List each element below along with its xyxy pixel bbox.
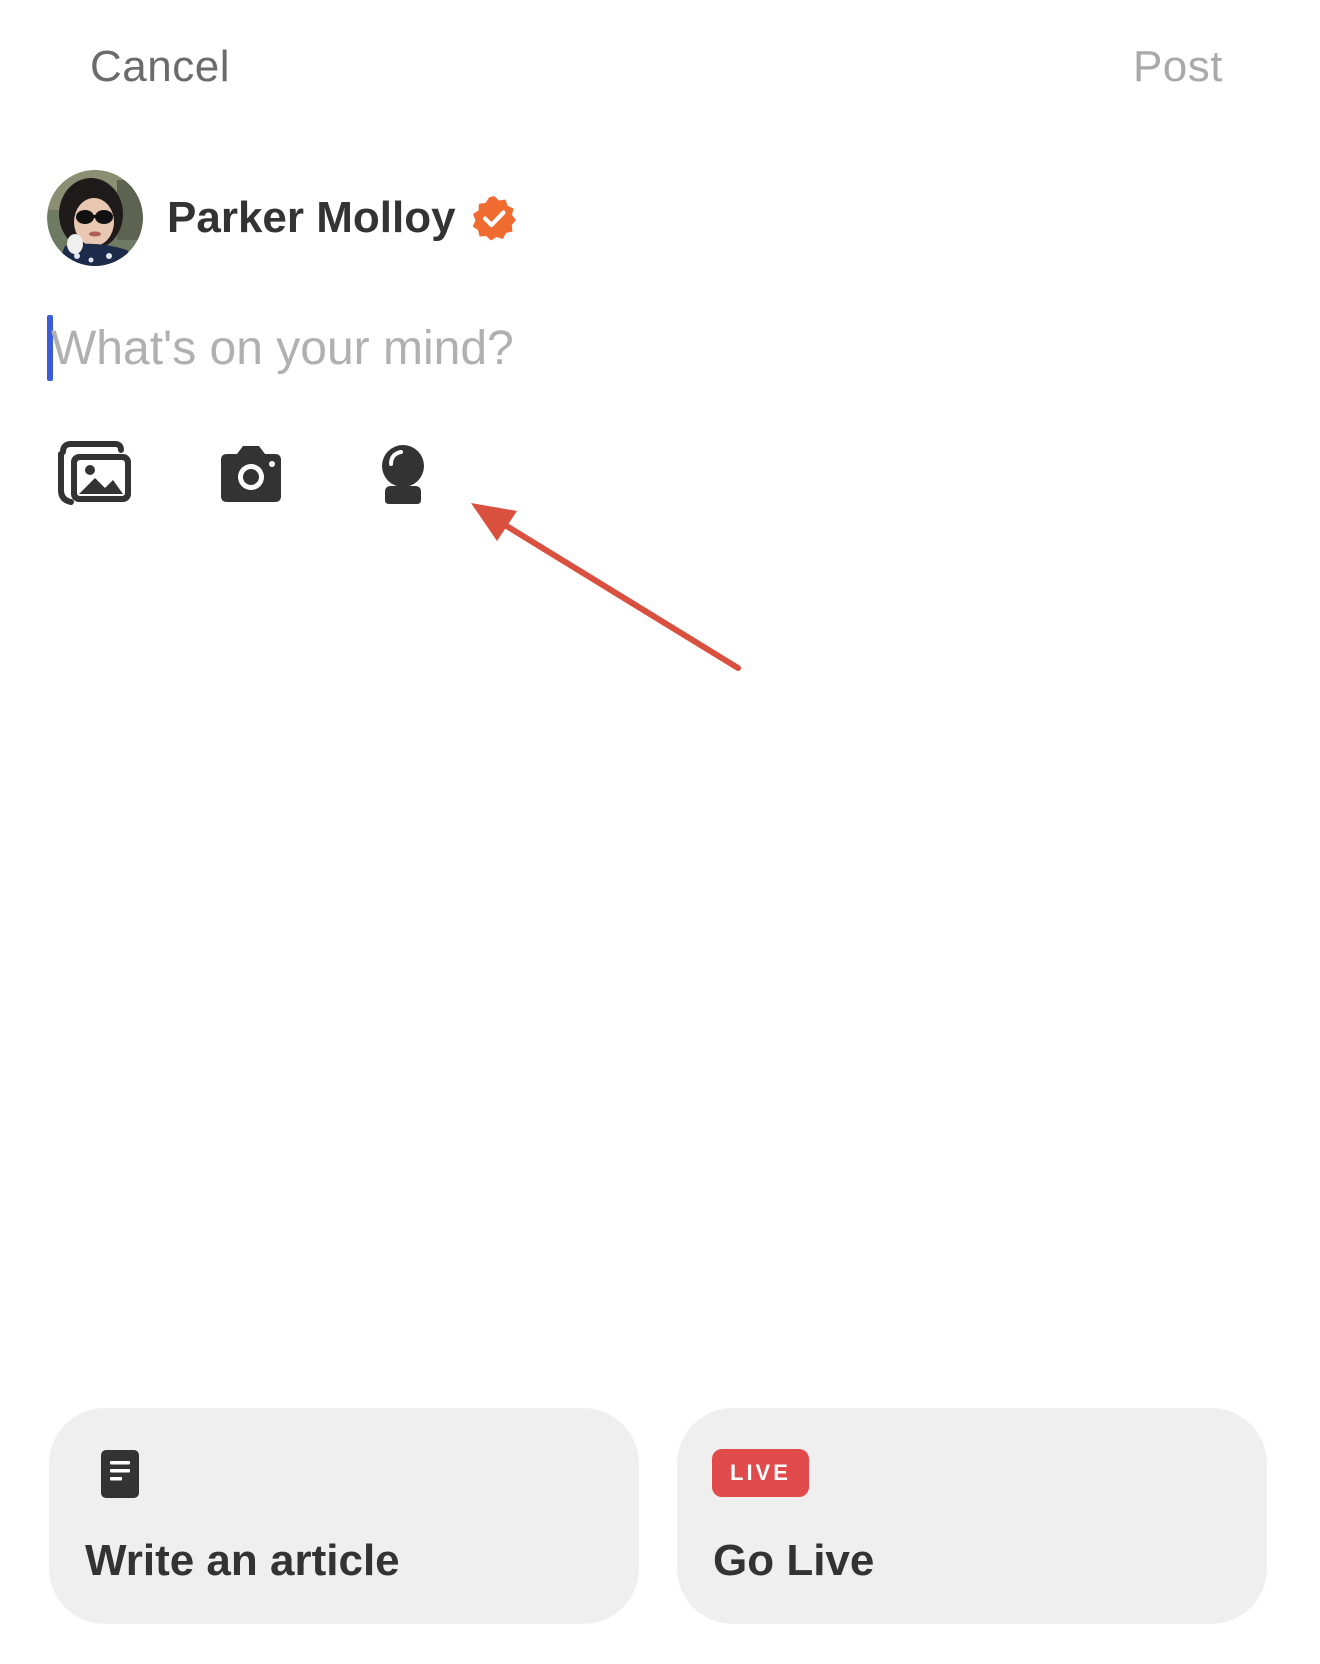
author-row: Parker Molloy: [47, 170, 518, 266]
document-icon: [101, 1450, 139, 1498]
photo-gallery-icon[interactable]: [57, 440, 135, 506]
live-badge: LIVE: [712, 1449, 809, 1497]
write-article-label: Write an article: [85, 1536, 400, 1585]
go-live-card[interactable]: LIVE Go Live: [677, 1408, 1267, 1624]
write-article-card[interactable]: Write an article: [49, 1408, 639, 1624]
crystal-ball-icon[interactable]: [379, 442, 427, 506]
compose-post-screen: Cancel Post Parker Molloy What's on your…: [0, 0, 1320, 1664]
cancel-button[interactable]: Cancel: [90, 42, 230, 92]
top-bar: Cancel Post: [0, 0, 1320, 150]
avatar-image: [47, 170, 143, 266]
verified-badge-icon: [472, 196, 516, 241]
post-button[interactable]: Post: [1133, 42, 1223, 92]
go-live-label: Go Live: [713, 1536, 875, 1585]
camera-icon[interactable]: [215, 442, 287, 506]
post-text-input[interactable]: [51, 313, 1241, 383]
author-name: Parker Molloy: [167, 193, 456, 242]
composer: [47, 313, 1247, 383]
avatar: [47, 170, 143, 266]
